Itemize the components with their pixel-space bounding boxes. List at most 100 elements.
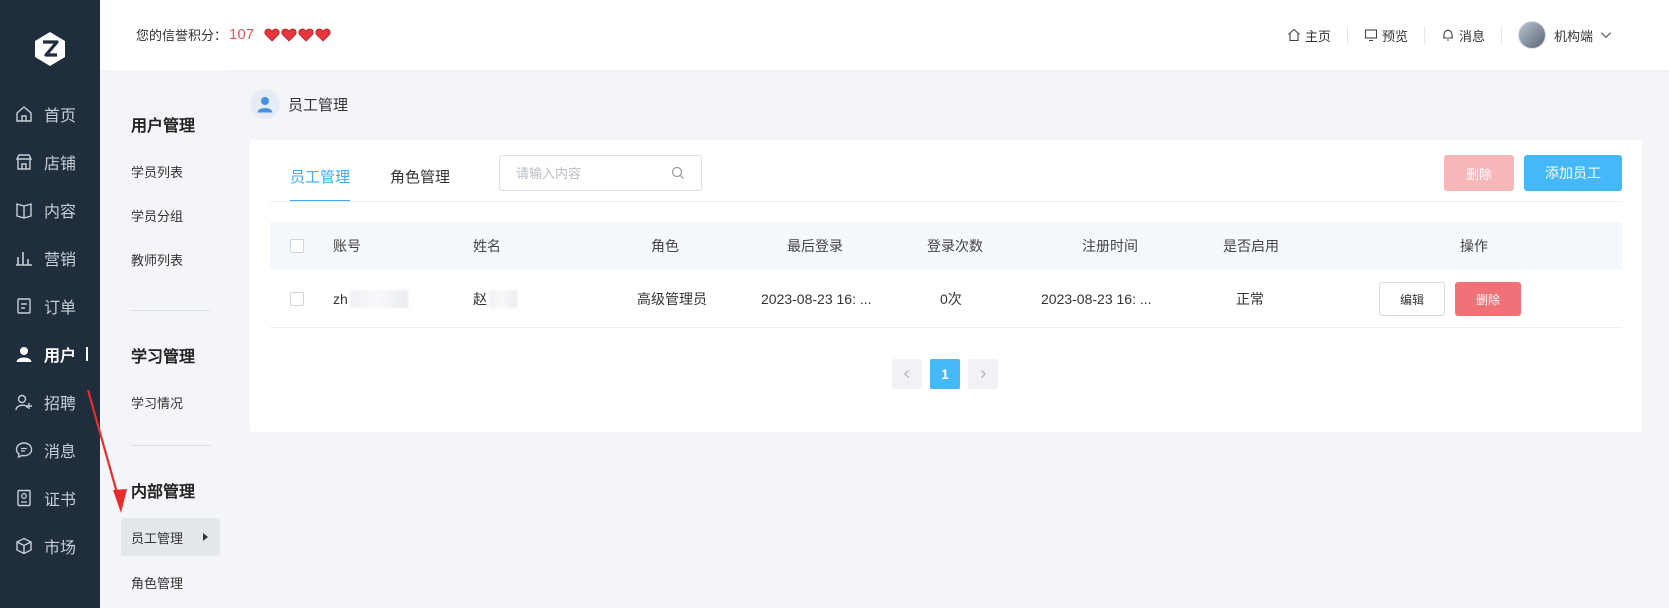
delete-button[interactable]: 删除 bbox=[1455, 282, 1521, 316]
name-value: 赵 bbox=[473, 290, 487, 307]
certificate-icon bbox=[14, 488, 34, 508]
store-icon bbox=[14, 152, 34, 172]
sub-item-label: 员工管理 bbox=[131, 530, 184, 546]
avatar bbox=[1517, 21, 1546, 49]
nav-item-label: 订单 bbox=[44, 300, 77, 317]
bulk-delete-button[interactable]: 删除 bbox=[1444, 155, 1514, 191]
role-cell: 高级管理员 bbox=[637, 290, 707, 307]
page-title-text: 员工管理 bbox=[288, 96, 349, 114]
user-avatar-icon bbox=[250, 89, 280, 119]
nav-item-store[interactable]: 店铺 bbox=[0, 142, 100, 182]
chevron-right-icon bbox=[981, 370, 986, 378]
status-cell: 正常 bbox=[1236, 290, 1264, 307]
column-header: 最后登录 bbox=[787, 238, 843, 254]
table-header: 账号 姓名 角色 最后登录 登录次数 注册时间 是否启用 操作 bbox=[270, 222, 1622, 270]
nav-item-orders[interactable]: 订单 bbox=[0, 286, 100, 326]
monitor-icon bbox=[1364, 29, 1378, 42]
top-header: 您的信誉积分： 107 主页 预览 消息 机构端 bbox=[100, 0, 1669, 70]
select-all-checkbox[interactable] bbox=[290, 239, 304, 253]
select-all-checkbox-cell bbox=[290, 222, 304, 270]
sub-item-staff-management[interactable]: 员工管理 bbox=[121, 518, 220, 556]
sub-item-student-group[interactable]: 学员分组 bbox=[131, 206, 183, 225]
next-page-button[interactable] bbox=[968, 359, 998, 389]
nav-item-market[interactable]: 市场 bbox=[0, 526, 100, 566]
page-button[interactable]: 1 bbox=[930, 359, 960, 389]
preview-link-label: 预览 bbox=[1381, 28, 1408, 44]
add-staff-button[interactable]: 添加员工 bbox=[1524, 155, 1622, 191]
home-link[interactable]: 主页 bbox=[1271, 26, 1347, 44]
prev-page-button[interactable] bbox=[892, 359, 922, 389]
nav-item-certificates[interactable]: 证书 bbox=[0, 478, 100, 518]
chart-icon bbox=[14, 248, 34, 268]
registered-cell: 2023-08-23 16: ... bbox=[1041, 290, 1152, 307]
nav-item-label: 店铺 bbox=[44, 156, 77, 173]
active-indicator bbox=[86, 347, 88, 361]
nav-item-users[interactable]: 用户 bbox=[0, 334, 100, 374]
message-icon bbox=[14, 440, 34, 460]
redacted-text bbox=[489, 289, 517, 308]
nav-item-content[interactable]: 内容 bbox=[0, 190, 100, 230]
caret-right-icon bbox=[203, 533, 208, 541]
nav-item-label: 市场 bbox=[44, 540, 77, 557]
nav-item-label: 营销 bbox=[44, 252, 77, 269]
account-name: 机构端 bbox=[1553, 28, 1593, 44]
heart-icon bbox=[315, 28, 331, 42]
sub-item-student-list[interactable]: 学员列表 bbox=[131, 162, 183, 181]
divider bbox=[131, 445, 211, 446]
column-header: 账号 bbox=[333, 238, 361, 254]
main-sidebar: 首页 店铺 内容 营销 订单 用户 招聘 消息 证书 市场 bbox=[0, 0, 100, 608]
tab-staff[interactable]: 员工管理 bbox=[290, 166, 351, 202]
column-header: 角色 bbox=[651, 238, 679, 254]
account-value: zh bbox=[333, 290, 348, 307]
tab-divider bbox=[270, 201, 1622, 202]
logo-icon[interactable] bbox=[32, 30, 68, 68]
nav-item-label: 证书 bbox=[44, 492, 77, 509]
sub-item-teacher-list[interactable]: 教师列表 bbox=[131, 250, 183, 269]
nav-item-label: 内容 bbox=[44, 204, 77, 221]
home-icon bbox=[1288, 28, 1300, 42]
heart-icon bbox=[281, 28, 297, 42]
nav-item-label: 招聘 bbox=[44, 396, 77, 413]
nav-item-recruit[interactable]: 招聘 bbox=[0, 382, 100, 422]
column-header: 注册时间 bbox=[1082, 238, 1138, 254]
tab-bar: 员工管理 角色管理 bbox=[290, 166, 490, 202]
sub-item-learning-status[interactable]: 学习情况 bbox=[131, 393, 183, 412]
recruit-icon bbox=[14, 392, 34, 412]
account-cell: zh bbox=[333, 270, 408, 327]
credit-label: 您的信誉积分： bbox=[136, 28, 228, 43]
column-header: 登录次数 bbox=[927, 238, 983, 254]
page-title: 员工管理 bbox=[250, 89, 348, 119]
bell-icon bbox=[1442, 29, 1453, 41]
heart-icon bbox=[298, 28, 314, 42]
credit-hearts bbox=[264, 28, 331, 42]
group-title-internal: 内部管理 bbox=[131, 484, 196, 501]
home-icon bbox=[14, 104, 34, 124]
row-checkbox[interactable] bbox=[290, 291, 304, 306]
tab-roles[interactable]: 角色管理 bbox=[390, 166, 450, 202]
home-link-label: 主页 bbox=[1304, 28, 1331, 44]
name-cell: 赵 bbox=[473, 270, 517, 327]
column-header: 操作 bbox=[1460, 238, 1488, 254]
nav-item-messages[interactable]: 消息 bbox=[0, 430, 100, 470]
nav-item-home[interactable]: 首页 bbox=[0, 94, 100, 134]
column-header: 是否启用 bbox=[1223, 238, 1279, 254]
market-icon bbox=[14, 536, 34, 556]
pagination: 1 bbox=[892, 359, 998, 389]
account-menu[interactable]: 机构端 bbox=[1500, 21, 1633, 49]
login-count-cell: 0次 bbox=[940, 290, 962, 307]
order-icon bbox=[14, 296, 34, 316]
nav-item-marketing[interactable]: 营销 bbox=[0, 238, 100, 278]
sub-sidebar: 用户管理 学员列表 学员分组 教师列表 学习管理 学习情况 内部管理 员工管理 … bbox=[100, 70, 230, 608]
sub-item-role-management[interactable]: 角色管理 bbox=[131, 573, 183, 592]
messages-link[interactable]: 消息 bbox=[1423, 26, 1501, 44]
search-icon[interactable] bbox=[671, 166, 685, 180]
messages-link-label: 消息 bbox=[1458, 28, 1485, 44]
staff-card: 员工管理 角色管理 删除 添加员工 账号 姓名 角色 最后登录 登录次数 注册时… bbox=[250, 140, 1642, 432]
edit-button[interactable]: 编辑 bbox=[1379, 282, 1445, 316]
table-row: zh 赵 高级管理员 2023-08-23 16: ... 0次 2023-08… bbox=[270, 270, 1622, 328]
preview-link[interactable]: 预览 bbox=[1346, 26, 1424, 44]
group-title-learning: 学习管理 bbox=[131, 349, 196, 366]
credit-score: 您的信誉积分： 107 bbox=[136, 25, 331, 44]
column-header: 姓名 bbox=[473, 238, 501, 254]
divider bbox=[131, 310, 211, 311]
